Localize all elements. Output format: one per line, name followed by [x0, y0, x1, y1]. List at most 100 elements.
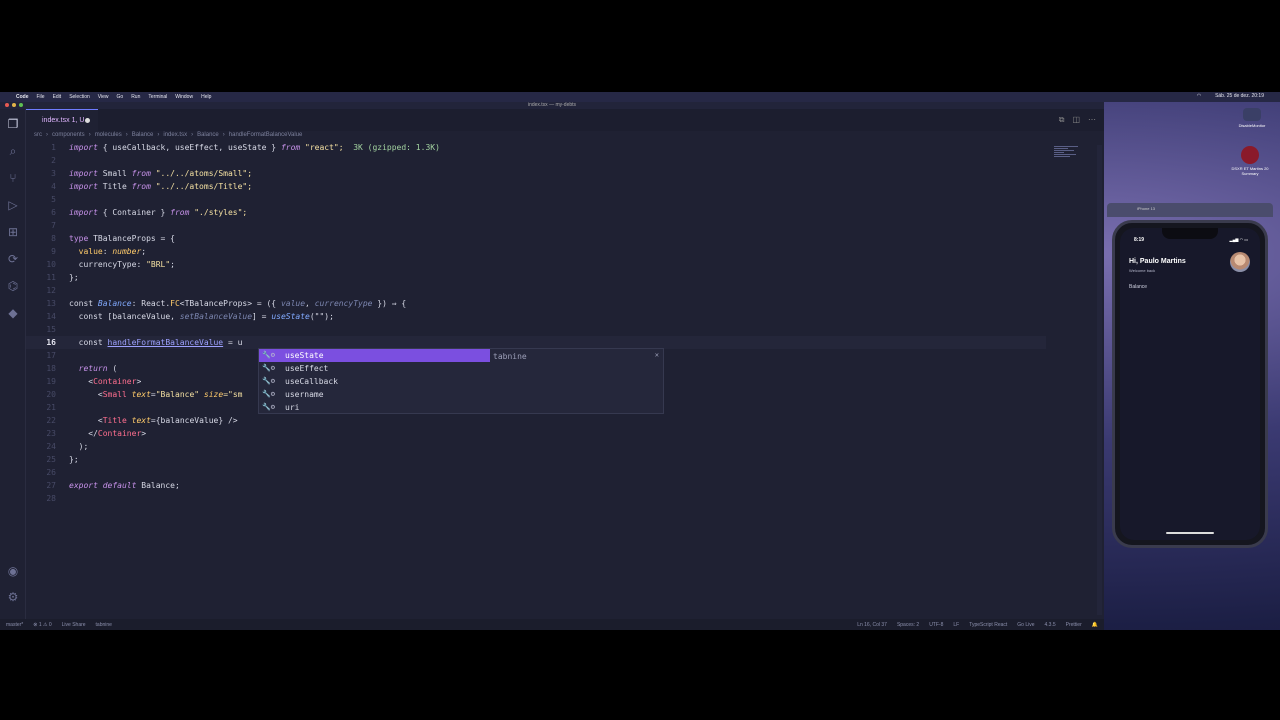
- suggestion-item[interactable]: 🔧⚙ uri: [259, 401, 490, 414]
- breadcrumb-item[interactable]: Balance: [197, 132, 219, 138]
- document-icon: [1241, 146, 1259, 164]
- live-share-status[interactable]: Live Share: [62, 622, 86, 628]
- suggestion-item[interactable]: 🔧⚙ useEffect: [259, 362, 490, 375]
- code-line[interactable]: 1 import { useCallback, useEffect, useSta…: [26, 141, 1046, 154]
- menu-edit[interactable]: Edit: [53, 94, 62, 100]
- breadcrumb-item[interactable]: molecules: [95, 132, 122, 138]
- suggestion-item[interactable]: 🔧⚙ useState: [259, 349, 490, 362]
- code-line[interactable]: 25};: [26, 453, 1046, 466]
- code-line[interactable]: 10 currencyType: "BRL";: [26, 258, 1046, 271]
- desktop-icon-document[interactable]: DSXR ET Martins 20 Summary: [1226, 146, 1274, 176]
- iphone-simulator: 8:19 ▂▄▆ ◠ ▭ Hi, Paulo Martins Welcome b…: [1112, 220, 1268, 548]
- tab-index-tsx[interactable]: index.tsx 1, U: [26, 109, 98, 131]
- encoding[interactable]: UTF-8: [929, 622, 943, 628]
- search-icon[interactable]: ⌕: [6, 144, 20, 158]
- eol[interactable]: LF: [953, 622, 959, 628]
- traffic-lights[interactable]: [5, 103, 23, 107]
- window-titlebar: index.tsx — my-debts: [0, 102, 1104, 109]
- code-line[interactable]: 3 import Small from "../../atoms/Small";: [26, 167, 1046, 180]
- code-line[interactable]: 7: [26, 219, 1046, 232]
- cursor-position[interactable]: Ln 16, Col 37: [857, 622, 887, 628]
- breadcrumb-item[interactable]: Balance: [132, 132, 154, 138]
- code-line[interactable]: 14 const [balanceValue, setBalanceValue]…: [26, 310, 1046, 323]
- breadcrumb-item[interactable]: index.tsx: [163, 132, 187, 138]
- unsaved-dot-icon[interactable]: [85, 118, 90, 123]
- simulator-device: iPhone 13: [1137, 206, 1156, 211]
- menu-view[interactable]: View: [98, 94, 109, 100]
- remote-icon[interactable]: ⟳: [6, 252, 20, 266]
- suggestion-item[interactable]: 🔧⚙ useCallback: [259, 375, 490, 388]
- breadcrumb-item[interactable]: src: [34, 132, 42, 138]
- home-indicator[interactable]: [1166, 532, 1214, 534]
- tabnine-status[interactable]: tabnine: [96, 622, 112, 628]
- status-bar: master* ⊗ 1 ⚠ 0 Live Share tabnine Ln 16…: [0, 619, 1104, 630]
- tab-label: index.tsx 1, U: [42, 117, 85, 124]
- breadcrumb-item[interactable]: components: [52, 132, 85, 138]
- close-icon[interactable]: ✕: [655, 351, 659, 359]
- code-line[interactable]: 5: [26, 193, 1046, 206]
- code-line[interactable]: 23 </Container>: [26, 427, 1046, 440]
- language-mode[interactable]: TypeScript React: [969, 622, 1007, 628]
- monitor-icon: [1243, 108, 1261, 121]
- account-icon[interactable]: ◉: [6, 564, 20, 578]
- menu-window[interactable]: Window: [175, 94, 193, 100]
- desktop-icon-disablemonitor[interactable]: DisableMonitor: [1232, 108, 1272, 128]
- settings-gear-icon[interactable]: ⚙: [6, 590, 20, 604]
- docker-icon[interactable]: ◆: [6, 306, 20, 320]
- prettier-status[interactable]: Prettier: [1066, 622, 1082, 628]
- minimap[interactable]: [1054, 145, 1084, 167]
- avatar[interactable]: [1230, 252, 1250, 272]
- indentation[interactable]: Spaces: 2: [897, 622, 919, 628]
- suggestion-detail: tabnine: [493, 352, 527, 361]
- code-line[interactable]: 8 type TBalanceProps = {: [26, 232, 1046, 245]
- notifications-icon[interactable]: 🔔: [1092, 622, 1098, 628]
- live-share-icon[interactable]: ⌬: [6, 279, 20, 293]
- window-title: index.tsx — my-debts: [527, 102, 577, 108]
- more-actions-icon[interactable]: ⋯: [1088, 115, 1096, 125]
- ts-version[interactable]: 4.3.5: [1045, 622, 1056, 628]
- compare-icon[interactable]: ⧉: [1059, 115, 1065, 125]
- code-line[interactable]: 27 export default Balance;: [26, 479, 1046, 492]
- simulator-titlebar[interactable]: iPhone 13: [1107, 203, 1273, 217]
- wifi-icon[interactable]: ◠: [1197, 93, 1201, 99]
- code-line[interactable]: 22 <Title text={balanceValue} />: [26, 414, 1046, 427]
- breadcrumb: src › components › molecules › Balance › ind…: [34, 132, 303, 138]
- code-line[interactable]: 13 const Balance: React.FC<TBalanceProps>…: [26, 297, 1046, 310]
- go-live-button[interactable]: Go Live: [1017, 622, 1034, 628]
- code-line[interactable]: 15: [26, 323, 1046, 336]
- clock[interactable]: Sáb. 25 de dez. 20:19: [1215, 93, 1264, 99]
- explorer-icon[interactable]: ❐: [6, 117, 20, 131]
- phone-screen[interactable]: 8:19 ▂▄▆ ◠ ▭ Hi, Paulo Martins Welcome b…: [1120, 228, 1260, 540]
- code-line[interactable]: 4 import Title from "../../atoms/Title";: [26, 180, 1046, 193]
- balance-label: Balance: [1129, 284, 1148, 290]
- extensions-icon[interactable]: ⊞: [6, 225, 20, 239]
- method-icon: 🔧⚙: [262, 403, 275, 411]
- menu-go[interactable]: Go: [117, 94, 124, 100]
- code-line[interactable]: 26: [26, 466, 1046, 479]
- phone-status-icons: ▂▄▆ ◠ ▭: [1229, 237, 1248, 242]
- code-line[interactable]: 11};: [26, 271, 1046, 284]
- code-line[interactable]: 6 import { Container } from "./styles";: [26, 206, 1046, 219]
- code-line[interactable]: 24 );: [26, 440, 1046, 453]
- split-editor-icon[interactable]: ◫: [1072, 115, 1080, 125]
- vertical-scrollbar[interactable]: [1097, 145, 1102, 615]
- menu-terminal[interactable]: Terminal: [148, 94, 167, 100]
- problems-indicator[interactable]: ⊗ 1 ⚠ 0: [33, 622, 51, 628]
- menu-selection[interactable]: Selection: [69, 94, 90, 100]
- code-line[interactable]: 12: [26, 284, 1046, 297]
- menu-app[interactable]: Code: [16, 94, 29, 100]
- breadcrumb-item[interactable]: handleFormatBalanceValue: [229, 132, 303, 138]
- run-debug-icon[interactable]: ▷: [6, 198, 20, 212]
- menu-help[interactable]: Help: [201, 94, 211, 100]
- source-control-icon[interactable]: ⑂: [6, 171, 20, 185]
- menu-run[interactable]: Run: [131, 94, 140, 100]
- welcome-text: Welcome back: [1129, 268, 1156, 273]
- menu-file[interactable]: File: [37, 94, 45, 100]
- suggestion-item[interactable]: 🔧⚙ username: [259, 388, 490, 401]
- code-line[interactable]: 28: [26, 492, 1046, 505]
- editor-tabs: index.tsx 1, U ⧉ ◫ ⋯: [26, 109, 1104, 131]
- branch-indicator[interactable]: master*: [6, 622, 23, 628]
- code-line[interactable]: 9 value: number;: [26, 245, 1046, 258]
- code-line[interactable]: 2: [26, 154, 1046, 167]
- autocomplete-suggest-widget: 🔧⚙ useState 🔧⚙ useEffect 🔧⚙ useCallback 🔧⚙ u…: [258, 348, 664, 414]
